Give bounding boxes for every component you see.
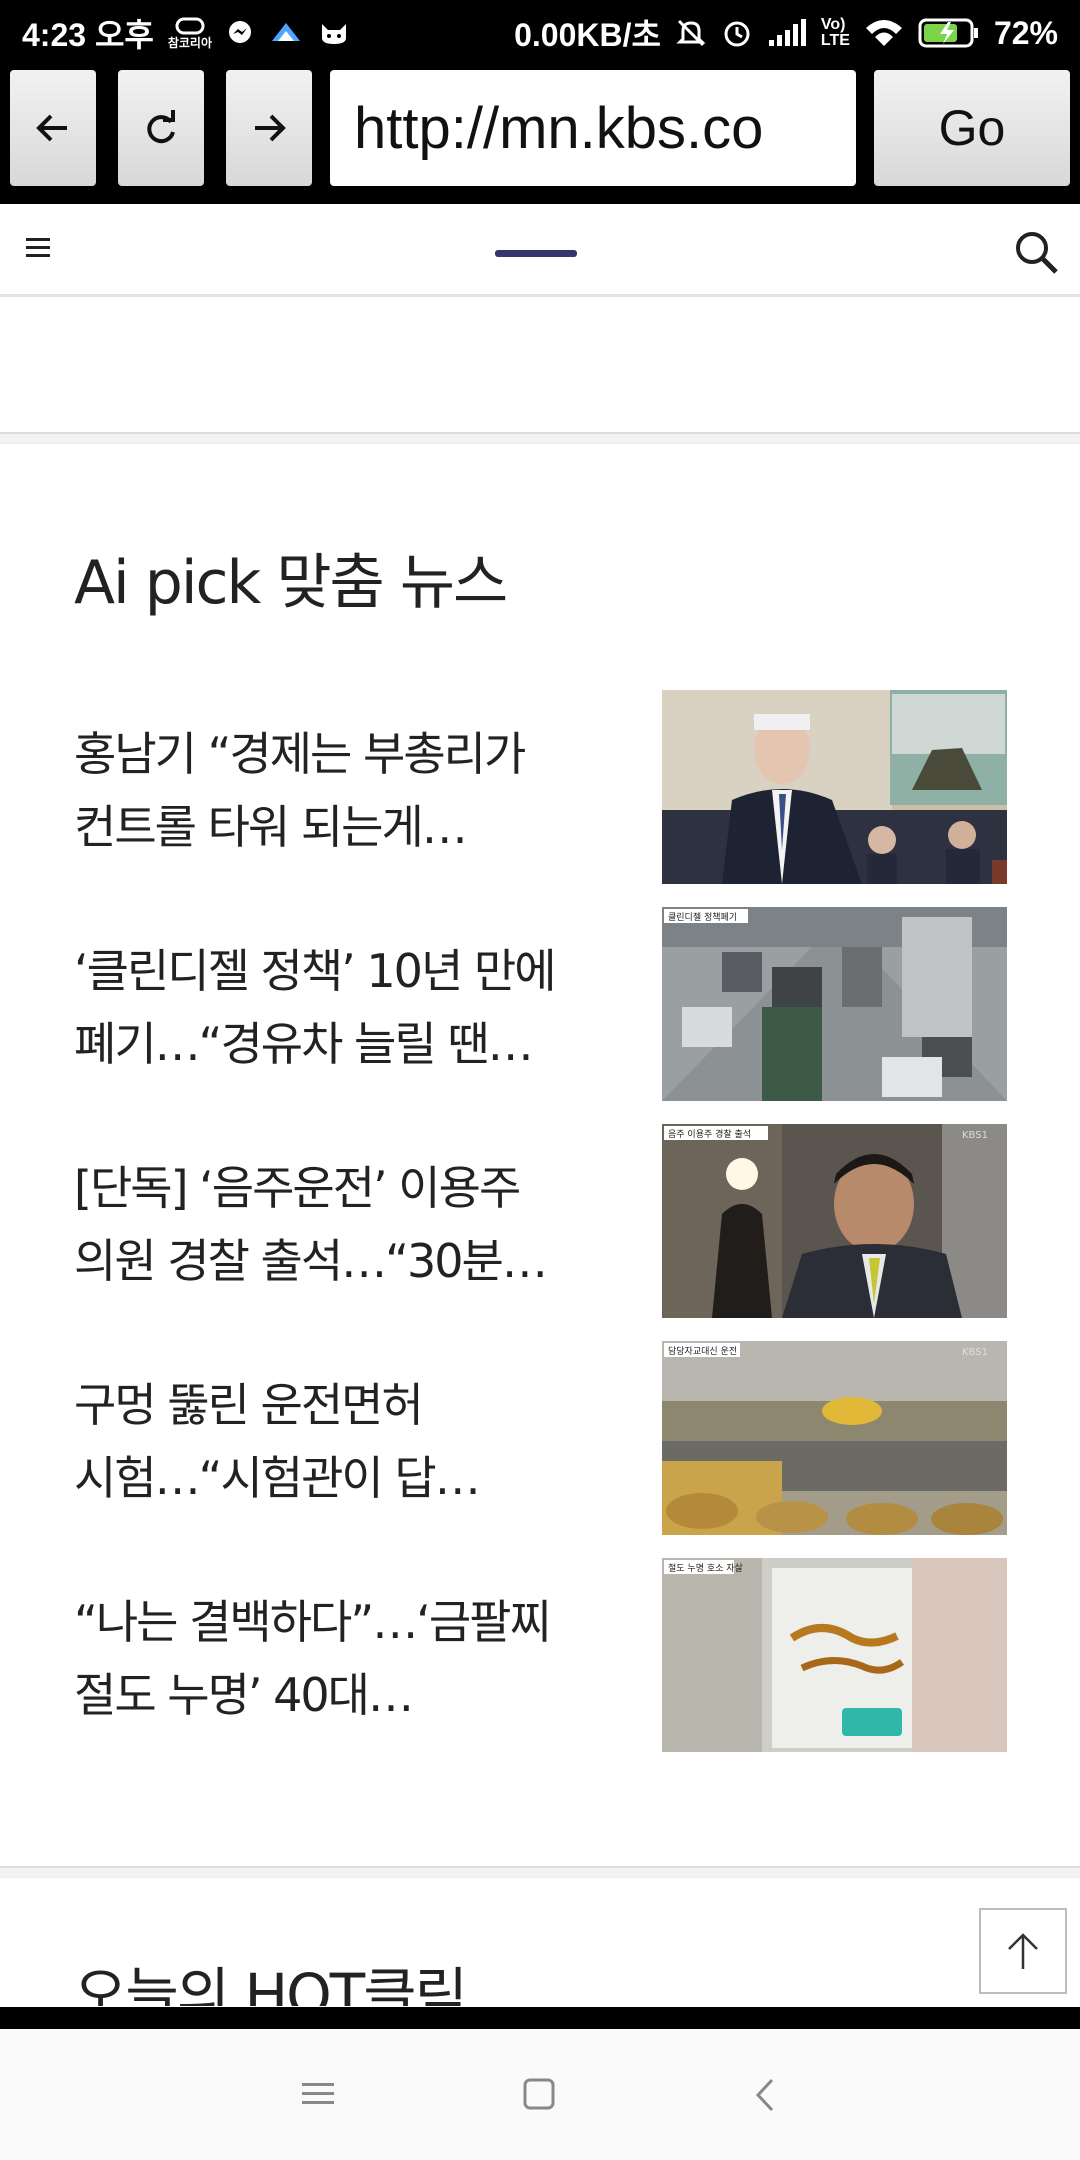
- section-divider: [0, 432, 1080, 444]
- headline-line: 의원 경찰 출석…“30분…: [74, 1234, 548, 1288]
- browser-toolbar: http://mn.kbs.co Go: [0, 66, 1080, 204]
- thumb-badge: KBS1: [962, 1130, 988, 1141]
- clock: 4:23 오후: [22, 17, 154, 53]
- news-item[interactable]: 홍남기 “경제는 부총리가 컨트롤 타워 되는게…: [0, 690, 1080, 884]
- alarm-icon: [721, 17, 753, 49]
- status-bar: 4:23 오후 참코리아 0.00KB/초 Vo) LTE 72%: [0, 0, 1080, 66]
- wifi-icon: [864, 18, 904, 48]
- url-input[interactable]: http://mn.kbs.co: [330, 70, 856, 186]
- news-thumbnail[interactable]: 클린디젤 정책폐기: [662, 907, 1007, 1101]
- headline-line: 홍남기 “경제는 부총리가: [74, 727, 526, 781]
- headline-line: 절도 누명’ 40대…: [74, 1668, 414, 1722]
- thumb-caption: 음주 이용주 경찰 출석: [668, 1128, 751, 1140]
- news-thumbnail[interactable]: [662, 690, 1007, 884]
- cat-app-icon: [318, 20, 350, 46]
- reload-icon: [147, 110, 175, 144]
- forward-button[interactable]: [226, 70, 312, 186]
- signal-icon: [767, 18, 807, 48]
- headline-line: 시험…“시험관이 답…: [74, 1451, 481, 1505]
- recent-apps-icon[interactable]: [300, 2077, 336, 2111]
- volte-indicator: Vo) LTE: [821, 17, 850, 49]
- section-divider: [0, 1866, 1080, 1878]
- headline-line: 구멍 뚫린 운전면허: [74, 1378, 424, 1432]
- news-headline[interactable]: 구멍 뚫린 운전면허 시험…“시험관이 답…: [74, 1369, 614, 1515]
- system-nav-bar: [0, 2029, 1080, 2160]
- news-headline[interactable]: [단독] ‘음주운전’ 이용주 의원 경찰 출석…“30분…: [74, 1152, 614, 1298]
- messenger-icon: [226, 19, 254, 47]
- battery-percent: 72%: [993, 14, 1058, 51]
- scroll-top-button[interactable]: [979, 1908, 1067, 1994]
- headline-line: [단독] ‘음주운전’ 이용주: [74, 1161, 521, 1215]
- site-logo[interactable]: [495, 250, 577, 257]
- news-item[interactable]: 구멍 뚫린 운전면허 시험…“시험관이 답… 담당자교대신 운전 KBS1: [0, 1341, 1080, 1535]
- hamburger-menu-icon[interactable]: [22, 230, 56, 264]
- back-chevron-icon[interactable]: [752, 2077, 778, 2113]
- news-item[interactable]: ‘클린디젤 정책’ 10년 만에 폐기…“경유차 늘릴 땐… 클린디젤 정책폐기: [0, 907, 1080, 1101]
- headline-line: ‘클린디젤 정책’ 10년 만에: [74, 944, 557, 998]
- headline-line: 폐기…“경유차 늘릴 땐…: [74, 1017, 534, 1071]
- mute-icon: [675, 17, 707, 49]
- news-thumbnail[interactable]: 음주 이용주 경찰 출석 KBS1: [662, 1124, 1007, 1318]
- volte-top: Vo): [820, 16, 846, 33]
- back-button[interactable]: [10, 70, 96, 186]
- news-headline[interactable]: 홍남기 “경제는 부총리가 컨트롤 타워 되는게…: [74, 718, 614, 864]
- app-notification-icon: [268, 19, 304, 47]
- thumb-caption: 담당자교대신 운전: [668, 1345, 737, 1357]
- headline-line: 컨트롤 타워 되는게…: [74, 800, 468, 854]
- site-header: [0, 204, 1080, 297]
- news-item[interactable]: [단독] ‘음주운전’ 이용주 의원 경찰 출석…“30분… 음주 이용주 경찰…: [0, 1124, 1080, 1318]
- home-icon[interactable]: [522, 2077, 556, 2111]
- search-icon[interactable]: [1012, 228, 1060, 276]
- news-headline[interactable]: ‘클린디젤 정책’ 10년 만에 폐기…“경유차 늘릴 땐…: [74, 935, 614, 1081]
- go-button[interactable]: Go: [874, 70, 1070, 186]
- volte-bottom: LTE: [820, 32, 850, 49]
- browser-bottom-bar: [0, 2007, 1080, 2029]
- carrier-icon: 참코리아: [168, 17, 212, 49]
- arrow-up-icon: [1008, 1933, 1038, 1969]
- thumb-caption: 클린디젤 정책폐기: [668, 911, 737, 923]
- battery-icon: [918, 17, 980, 49]
- thumb-badge: KBS1: [962, 1347, 988, 1358]
- news-item[interactable]: “나는 결백하다”…‘금팔찌 절도 누명’ 40대… 절도 누명 호소 자살: [0, 1558, 1080, 1752]
- news-thumbnail[interactable]: 담당자교대신 운전 KBS1: [662, 1341, 1007, 1535]
- headline-line: “나는 결백하다”…‘금팔찌: [74, 1595, 552, 1649]
- news-headline[interactable]: “나는 결백하다”…‘금팔찌 절도 누명’ 40대…: [74, 1586, 614, 1732]
- thumb-caption: 절도 누명 호소 자살: [668, 1562, 743, 1574]
- section-title-ai-pick: Ai pick 맞춤 뉴스: [74, 548, 508, 618]
- reload-button[interactable]: [118, 70, 204, 186]
- arrow-left-icon: [36, 114, 67, 142]
- news-thumbnail[interactable]: 절도 누명 호소 자살: [662, 1558, 1007, 1752]
- network-speed: 0.00KB/초: [514, 17, 661, 53]
- section-title-hot-click: 오늘의 HOT클릭: [74, 1966, 466, 2006]
- arrow-right-icon: [255, 114, 286, 142]
- carrier-label: 참코리아: [167, 36, 212, 50]
